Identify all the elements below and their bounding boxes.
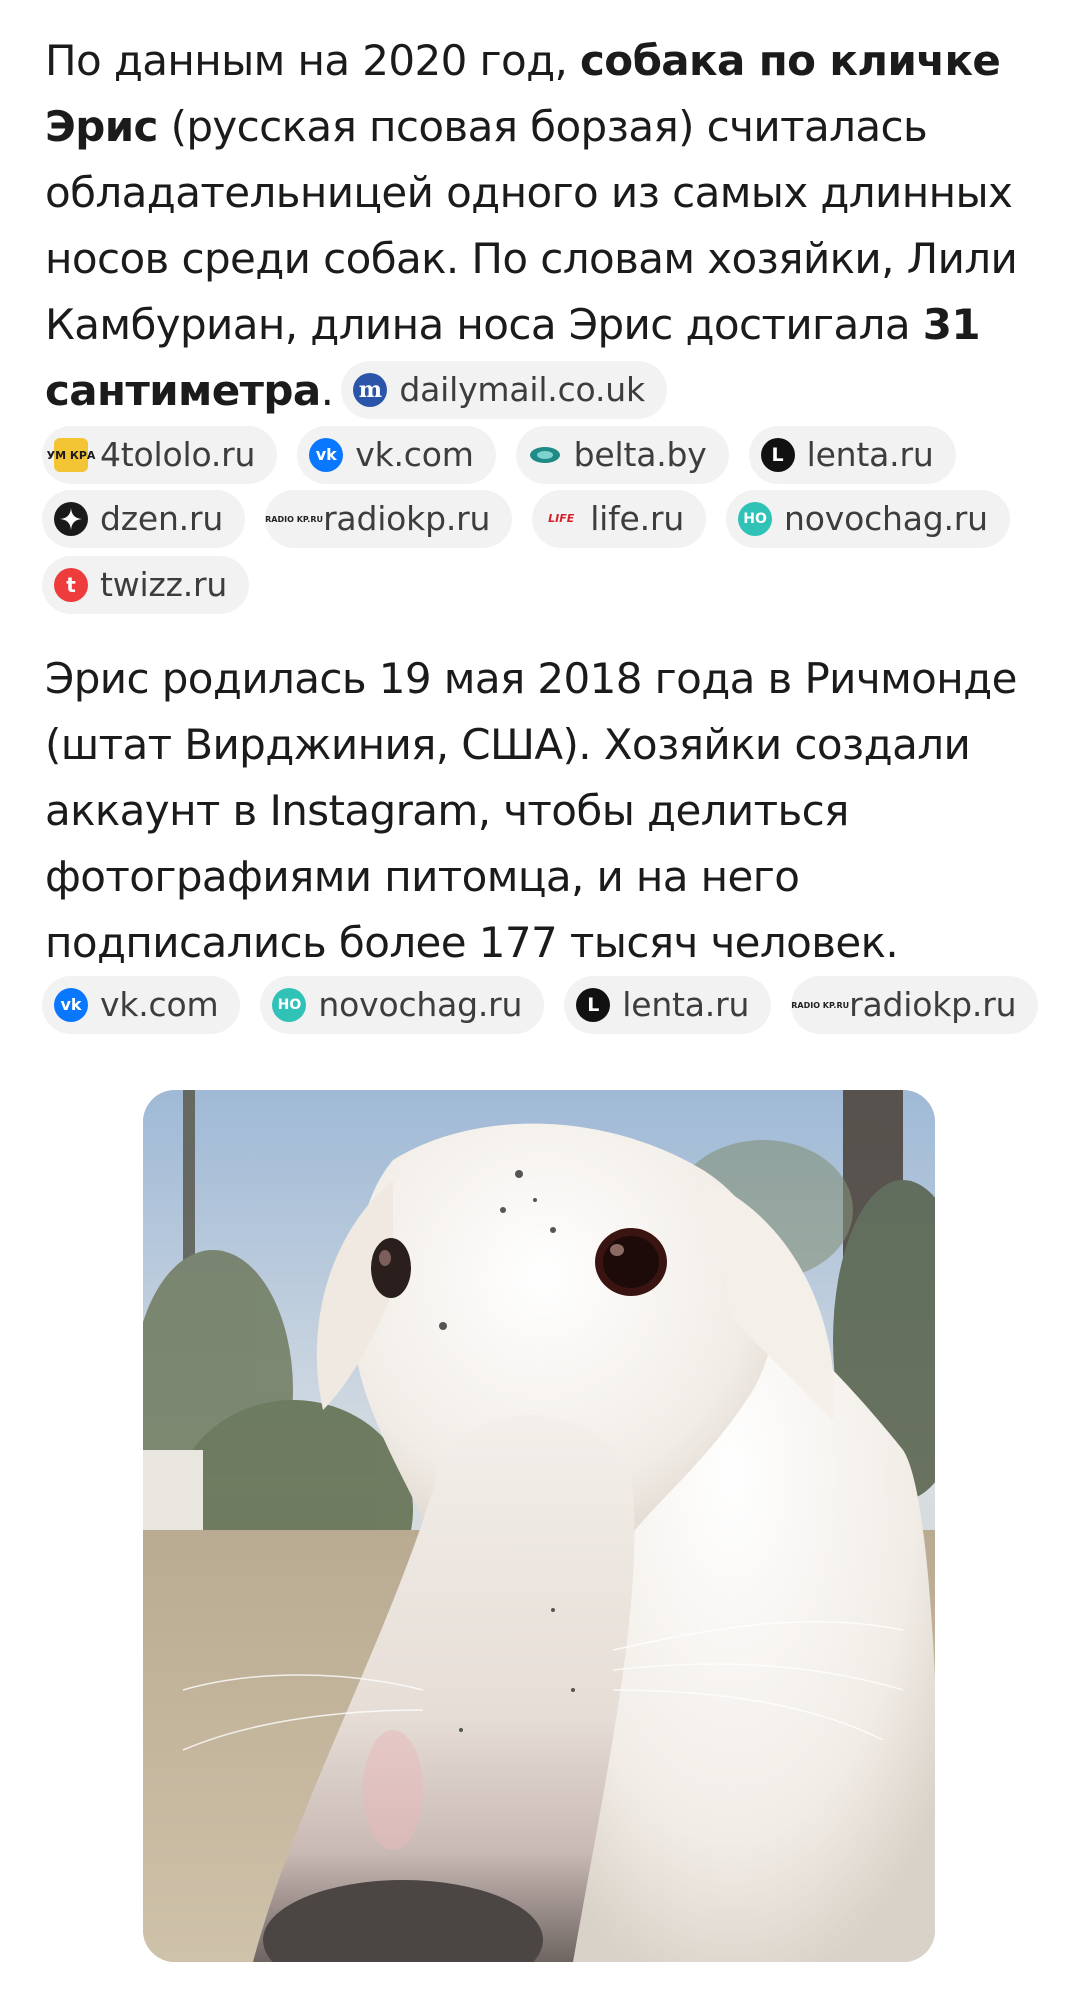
source-chip-label: novochag.ru	[318, 985, 523, 1024]
source-chip-dzen[interactable]: dzen.ru	[42, 490, 246, 548]
source-chip-vk[interactable]: vk vk.com	[297, 426, 496, 484]
novochag-icon: НО	[738, 502, 773, 536]
source-chip-label: belta.by	[573, 435, 707, 474]
source-chip-label: vk.com	[355, 435, 474, 474]
life-icon: LIFE	[548, 512, 575, 525]
source-chip-4tololo[interactable]: УМ КРА 4tololo.ru	[42, 426, 278, 484]
source-chip-label: lenta.ru	[622, 985, 750, 1024]
novochag-icon: НО	[272, 988, 307, 1022]
radiokp-icon: RADIO KP.RU	[265, 514, 323, 524]
dailymail-icon: m	[353, 372, 388, 407]
borzoi-illustration	[143, 1090, 935, 1962]
paragraph-text: (русская псовая борзая) считалась облада…	[45, 102, 1018, 349]
tololo-icon: УМ КРА	[47, 438, 95, 472]
source-chip-label: radiokp.ru	[849, 985, 1017, 1024]
source-chip-novochag[interactable]: НО novochag.ru	[260, 976, 545, 1034]
dzen-icon	[54, 502, 88, 536]
source-chip-label: vk.com	[100, 985, 219, 1024]
paragraph-text: По данным на 2020 год,	[45, 36, 581, 85]
answer-paragraph-1: По данным на 2020 год, собака по кличке …	[45, 28, 1045, 424]
paragraph-text: Эрис родилась 19 мая 2018 года в Ричмонд…	[45, 654, 1017, 967]
source-chip-lenta[interactable]: L lenta.ru	[564, 976, 772, 1034]
source-chip-label: radiokp.ru	[323, 499, 491, 538]
source-chip-label: life.ru	[590, 499, 685, 538]
source-chips-row: t twizz.ru	[42, 556, 250, 614]
twizz-icon: t	[54, 568, 88, 602]
source-chip-label: dzen.ru	[100, 499, 224, 538]
source-chip-dailymail[interactable]: m dailymail.co.uk	[341, 360, 667, 419]
source-chip-label: twizz.ru	[100, 565, 228, 604]
source-chip-radiokp[interactable]: RADIO KP.RU radiokp.ru	[791, 976, 1039, 1034]
source-chip-label: 4tololo.ru	[100, 435, 256, 474]
source-chip-label: dailymail.co.uk	[399, 369, 645, 409]
vk-icon: vk	[54, 988, 88, 1022]
source-chips-row: УМ КРА 4tololo.ru vk vk.com belta.by L l…	[42, 426, 956, 484]
source-chip-twizz[interactable]: t twizz.ru	[42, 556, 250, 614]
source-chips-row: vk vk.com НО novochag.ru L lenta.ru RADI…	[42, 976, 1039, 1034]
belta-icon	[528, 438, 562, 472]
source-chip-belta[interactable]: belta.by	[515, 426, 729, 484]
source-chip-radiokp[interactable]: RADIO KP.RU radiokp.ru	[265, 490, 513, 548]
vk-icon: vk	[309, 438, 344, 472]
source-chip-life[interactable]: LIFE life.ru	[532, 490, 707, 548]
paragraph-text: .	[320, 366, 334, 415]
radiokp-icon: RADIO KP.RU	[791, 1000, 850, 1010]
dog-photo[interactable]	[143, 1090, 935, 1962]
lenta-icon: L	[760, 438, 795, 472]
source-chip-label: lenta.ru	[806, 435, 934, 474]
source-chip-novochag[interactable]: НО novochag.ru	[726, 490, 1010, 548]
source-chips-row: dzen.ru RADIO KP.RU radiokp.ru LIFE life…	[42, 490, 1010, 548]
lenta-icon: L	[576, 988, 611, 1022]
answer-paragraph-2: Эрис родилась 19 мая 2018 года в Ричмонд…	[45, 646, 1045, 976]
source-chip-label: novochag.ru	[784, 499, 988, 538]
source-chip-vk[interactable]: vk vk.com	[42, 976, 241, 1034]
source-chip-lenta[interactable]: L lenta.ru	[748, 426, 956, 484]
